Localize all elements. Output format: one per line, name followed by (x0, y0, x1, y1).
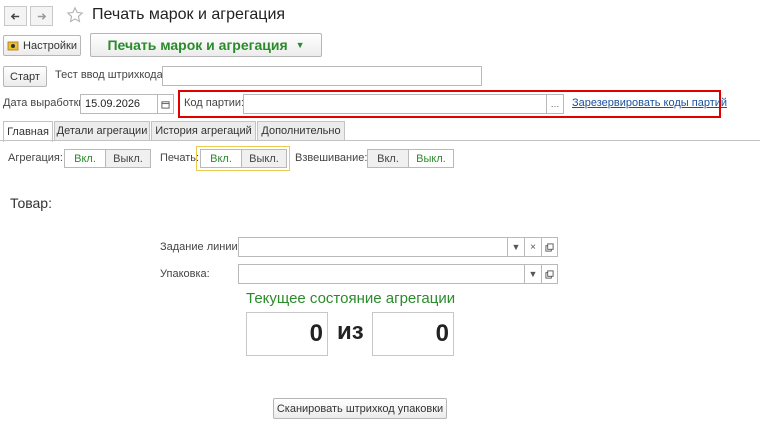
aggregation-state-title: Текущее состояние агрегации (246, 290, 456, 307)
tab-aggregation-history[interactable]: История агрегаций (151, 121, 256, 140)
reserve-batch-codes-link[interactable]: Зарезервировать коды партий (572, 97, 727, 109)
chevron-down-icon: ▼ (295, 40, 305, 50)
page-title: Печать марок и агрегация (92, 6, 286, 23)
package-input[interactable] (238, 264, 525, 284)
line-task-dropdown-button[interactable]: ▼ (508, 237, 525, 257)
ellipsis-icon: … (550, 99, 560, 109)
package-open-button[interactable] (542, 264, 558, 284)
print-on-button[interactable]: Вкл. (200, 149, 242, 168)
batch-code-select-button[interactable]: … (547, 94, 564, 114)
calendar-button[interactable] (158, 94, 174, 114)
start-label: Старт (10, 70, 40, 83)
forward-button[interactable] (30, 6, 53, 26)
line-task-label: Задание линии: (160, 241, 241, 253)
of-label: из (337, 318, 364, 345)
weighing-toggle-label: Взвешивание: (295, 152, 368, 164)
batch-code-input[interactable] (243, 94, 547, 114)
close-icon: × (530, 241, 536, 253)
aggregation-on-button[interactable]: Вкл. (64, 149, 106, 168)
batch-code-label: Код партии: (184, 97, 245, 109)
gear-icon (7, 41, 19, 50)
arrow-right-icon (37, 12, 47, 20)
test-barcode-label: Тест ввод штрихкода: (55, 69, 166, 81)
open-window-icon (545, 269, 554, 279)
print-aggregation-menu-button[interactable]: Печать марок и агрегация ▼ (90, 33, 322, 57)
weighing-on-button[interactable]: Вкл. (367, 149, 409, 168)
package-dropdown-button[interactable]: ▼ (525, 264, 542, 284)
tab-additional[interactable]: Дополнительно (257, 121, 345, 140)
chevron-down-icon: ▼ (511, 242, 521, 252)
aggregation-toggle-label: Агрегация: (8, 152, 63, 164)
aggregation-off-button[interactable]: Выкл. (105, 149, 151, 168)
line-task-open-button[interactable] (542, 237, 558, 257)
calendar-icon (161, 100, 170, 109)
print-aggregation-label: Печать марок и агрегация (107, 37, 288, 53)
goods-heading: Товар: (10, 195, 52, 211)
test-barcode-input[interactable] (162, 66, 482, 86)
tab-main[interactable]: Главная (3, 121, 53, 142)
print-off-button[interactable]: Выкл. (241, 149, 287, 168)
production-date-input[interactable]: 15.09.2026 (80, 94, 158, 114)
chevron-down-icon: ▼ (528, 269, 538, 279)
start-button[interactable]: Старт (3, 66, 47, 87)
arrow-left-icon (10, 12, 20, 20)
scan-package-barcode-label: Сканировать штрихкод упаковки (276, 402, 444, 415)
production-date-label: Дата выработки: (3, 97, 88, 109)
total-count: 0 (372, 312, 454, 356)
tab-aggregation-details[interactable]: Детали агрегации (54, 121, 150, 140)
back-button[interactable] (4, 6, 27, 26)
weighing-off-button[interactable]: Выкл. (408, 149, 454, 168)
tab-aggregation-history-label: История агрегаций (155, 125, 252, 137)
open-window-icon (545, 242, 554, 252)
current-count: 0 (246, 312, 328, 356)
package-label: Упаковка: (160, 268, 210, 280)
tab-aggregation-details-label: Детали агрегации (56, 125, 148, 137)
tab-main-label: Главная (7, 126, 49, 138)
line-task-input[interactable] (238, 237, 508, 257)
line-task-clear-button[interactable]: × (525, 237, 542, 257)
scan-package-barcode-button[interactable]: Сканировать штрихкод упаковки (273, 398, 447, 419)
settings-label: Настройки (23, 39, 77, 52)
settings-button[interactable]: Настройки (3, 35, 81, 56)
print-toggle-label: Печать: (160, 152, 200, 164)
favorite-star-icon[interactable] (66, 6, 84, 24)
tab-divider (0, 140, 760, 141)
tab-additional-label: Дополнительно (261, 125, 341, 137)
